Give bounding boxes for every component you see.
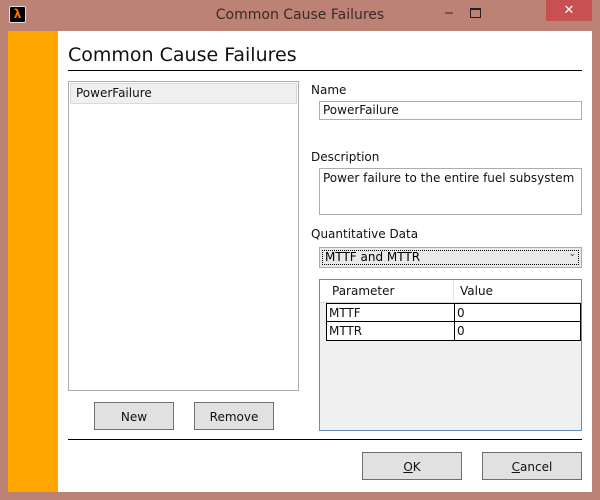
cell-value[interactable]: 0 [455,304,581,322]
failure-list[interactable]: PowerFailure [68,81,299,391]
window-title: Common Cause Failures [215,7,385,23]
cancel-button[interactable]: Cancel [482,452,582,480]
table-row[interactable]: MTTR 0 [326,322,581,341]
cancel-mnemonic: C [511,460,521,474]
chevron-down-icon: ⌄ [568,249,576,259]
ok-mnemonic: O [403,460,413,474]
quantitative-data-label: Quantitative Data [311,227,419,241]
page-title: Common Cause Failures [68,44,297,66]
accent-bar [8,31,58,492]
column-header-parameter[interactable]: Parameter [326,280,454,302]
column-header-value[interactable]: Value [454,280,581,302]
quantitative-data-select[interactable]: MTTF and MTTR ⌄ [319,247,582,268]
dialog-client: Common Cause Failures PowerFailure New R… [8,31,592,492]
cell-value[interactable]: 0 [455,322,581,340]
maximize-button[interactable] [462,2,488,24]
minimize-icon: ‒ [444,5,454,21]
remove-button[interactable]: Remove [194,402,274,430]
close-icon: ✕ [563,3,575,18]
list-item[interactable]: PowerFailure [70,83,297,104]
name-input[interactable]: PowerFailure [319,101,582,120]
title-bar: λ Common Cause Failures ‒ ✕ [0,0,600,31]
cell-parameter: MTTR [327,322,455,340]
description-label: Description [311,150,380,164]
parameter-grid[interactable]: Parameter Value MTTF 0 MTTR 0 [319,279,582,431]
description-input[interactable]: Power failure to the entire fuel subsyst… [319,168,582,215]
minimize-button[interactable]: ‒ [436,2,462,24]
table-row[interactable]: MTTF 0 [326,303,581,322]
ok-label: K [412,460,421,474]
heading-divider [68,70,582,71]
new-button[interactable]: New [94,402,174,430]
grid-header: Parameter Value [320,280,581,303]
maximize-icon [470,8,481,18]
name-label: Name [311,83,347,97]
close-button[interactable]: ✕ [546,0,592,21]
ok-button[interactable]: OK [362,452,462,480]
select-value: MTTF and MTTR [325,250,421,264]
footer-divider [68,439,582,440]
cancel-label: ancel [520,460,553,474]
cell-parameter: MTTF [327,304,455,322]
